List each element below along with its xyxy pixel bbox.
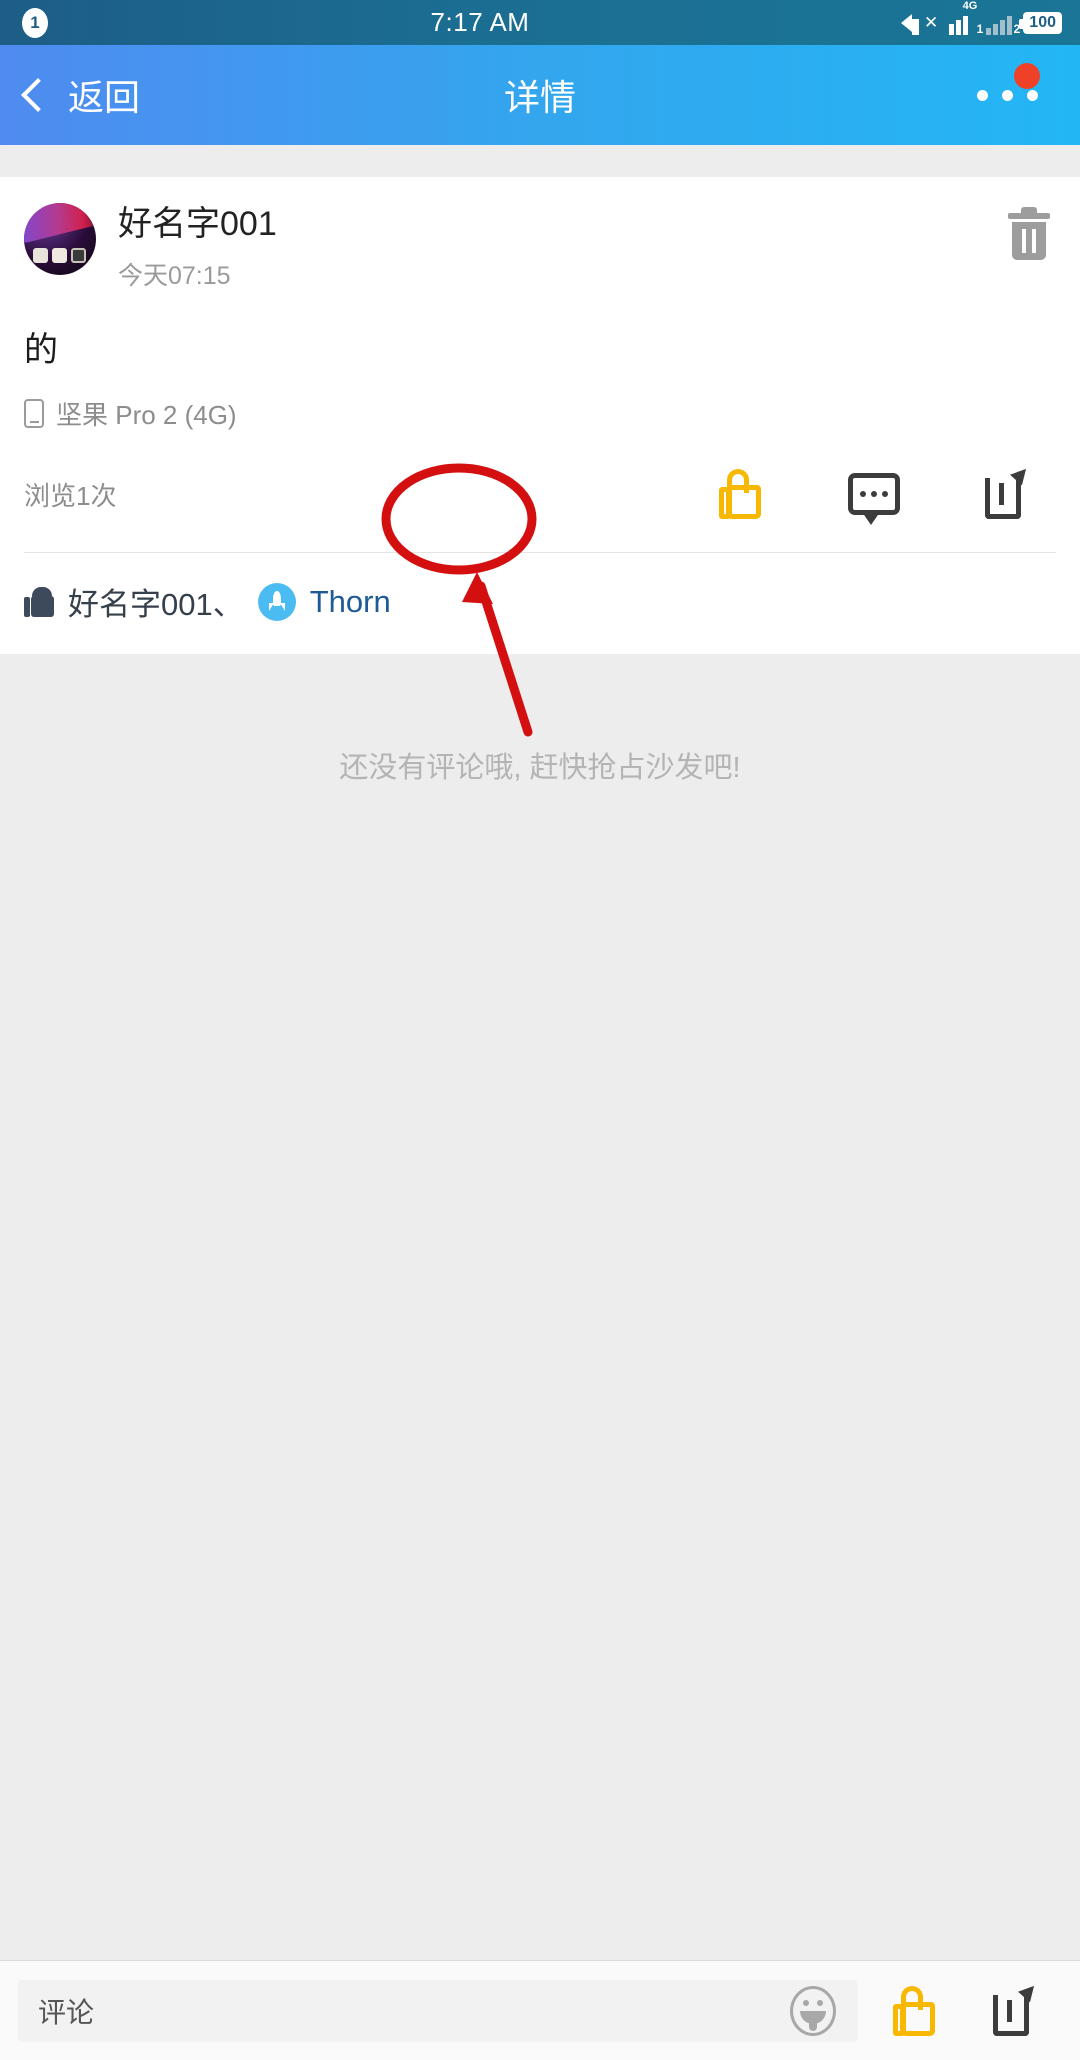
page-title: 详情 bbox=[503, 77, 576, 118]
back-button[interactable]: 返回 bbox=[0, 69, 320, 121]
notification-count-badge: 1 bbox=[22, 7, 48, 38]
liker-name-second[interactable]: Thorn bbox=[310, 584, 391, 620]
status-clock: 7:17 AM bbox=[430, 7, 530, 37]
rocket-avatar-icon[interactable] bbox=[257, 582, 296, 621]
post-timestamp: 今天07:15 bbox=[118, 262, 231, 291]
likers-row: 好名字001、 Thorn bbox=[0, 553, 1080, 654]
network-type-label: 4G bbox=[962, 0, 978, 12]
bottom-share-button[interactable] bbox=[970, 1980, 1062, 2036]
post-meta-row: 浏览1次 bbox=[0, 432, 1080, 552]
thumbs-up-solid-icon bbox=[24, 586, 54, 617]
comments-section: 还没有评论哦, 赶快抢占沙发吧! bbox=[0, 654, 1080, 1959]
emoji-face-icon[interactable] bbox=[790, 1985, 836, 2036]
post-device-label: 坚果 Pro 2 (4G) bbox=[56, 400, 237, 431]
more-dots-icon[interactable] bbox=[977, 89, 1038, 101]
post-header: 好名字001 今天07:15 bbox=[0, 177, 1080, 292]
bottom-action-bar: 评论 bbox=[0, 1960, 1080, 2060]
back-button-label: 返回 bbox=[68, 77, 141, 118]
post-view-count: 浏览1次 bbox=[24, 480, 117, 511]
thumbs-up-icon bbox=[893, 1985, 935, 2036]
share-icon bbox=[993, 1980, 1040, 2036]
signal-sim1-icon: 4G 1 bbox=[949, 0, 983, 36]
comment-button[interactable] bbox=[846, 466, 902, 526]
post-card: 好名字001 今天07:15 的 坚果 Pro 2 (4G) 浏览1次 好名字0… bbox=[0, 177, 1080, 655]
liker-name-first[interactable]: 好名字001、 bbox=[68, 579, 244, 624]
avatar[interactable] bbox=[24, 203, 96, 275]
share-icon bbox=[985, 463, 1032, 520]
battery-indicator: 100 bbox=[1019, 11, 1062, 34]
status-left: 1 bbox=[0, 7, 160, 38]
sim1-label: 1 bbox=[976, 21, 984, 36]
comment-input[interactable]: 评论 bbox=[18, 1979, 858, 2042]
speaker-mute-icon: ✕ bbox=[901, 13, 938, 35]
post-actions bbox=[712, 463, 1050, 526]
phone-icon bbox=[24, 399, 44, 429]
post-author-block: 好名字001 今天07:15 bbox=[118, 203, 277, 292]
like-button[interactable] bbox=[712, 466, 768, 522]
signal-sim2-icon: 2 bbox=[986, 11, 1020, 36]
comments-empty-message: 还没有评论哦, 赶快抢占沙发吧! bbox=[339, 752, 741, 784]
top-spacer bbox=[0, 145, 1080, 177]
post-device-info: 坚果 Pro 2 (4G) bbox=[0, 371, 1080, 432]
comment-input-placeholder: 评论 bbox=[38, 1996, 95, 2028]
trash-icon[interactable] bbox=[1008, 207, 1050, 260]
status-right: ✕ 4G 1 2 100 bbox=[800, 0, 1080, 36]
bottom-like-button[interactable] bbox=[868, 1985, 960, 2036]
status-bar: 1 7:17 AM ✕ 4G 1 2 100 bbox=[0, 0, 1080, 45]
chevron-left-icon bbox=[21, 78, 55, 112]
share-button[interactable] bbox=[980, 463, 1036, 522]
app-root: 1 7:17 AM ✕ 4G 1 2 100 返回 详情 好名字001 今天07… bbox=[0, 0, 1080, 2060]
post-author-name[interactable]: 好名字001 bbox=[118, 205, 277, 244]
comment-bubble-icon bbox=[848, 473, 900, 526]
post-content: 的 bbox=[24, 331, 58, 370]
navbar-right bbox=[760, 45, 1080, 145]
navigation-bar: 返回 详情 bbox=[0, 45, 1080, 145]
notification-dot-badge bbox=[1014, 63, 1040, 89]
thumbs-up-icon bbox=[719, 469, 761, 520]
